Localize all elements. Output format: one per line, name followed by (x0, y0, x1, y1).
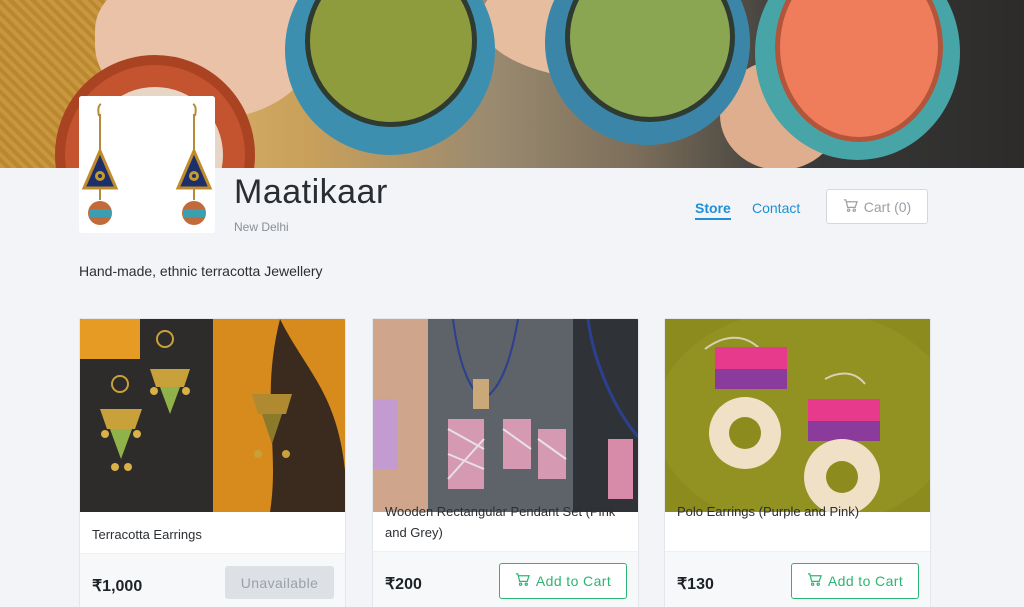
add-to-cart-button[interactable]: Add to Cart (791, 563, 919, 599)
nav-store-link[interactable]: Store (695, 200, 731, 220)
product-card[interactable]: Wooden Rectangular Pendant Set (Pink and… (372, 318, 639, 607)
unavailable-button: Unavailable (225, 566, 334, 599)
add-to-cart-label: Add to Cart (535, 573, 612, 589)
store-name: Maatikaar (234, 173, 388, 211)
product-price: ₹130 (677, 576, 714, 593)
product-card[interactable]: Polo Earrings (Purple and Pink) ₹130 Add… (664, 318, 931, 607)
product-card[interactable]: Terracotta Earrings ₹1,000 Unavailable (79, 318, 346, 607)
cart-icon (843, 198, 858, 216)
nav-contact-link[interactable]: Contact (752, 200, 800, 216)
add-to-cart-label: Add to Cart (827, 573, 904, 589)
product-price: ₹200 (385, 576, 422, 593)
product-price: ₹1,000 (92, 578, 143, 595)
store-tagline: Hand-made, ethnic terracotta Jewellery (79, 263, 323, 279)
cart-button[interactable]: Cart (0) (826, 189, 928, 224)
store-logo (79, 96, 215, 233)
product-title[interactable]: Wooden Rectangular Pendant Set (Pink and… (385, 501, 628, 543)
product-title[interactable]: Polo Earrings (Purple and Pink) (677, 501, 920, 522)
cart-icon (515, 572, 530, 590)
cart-label: Cart (0) (863, 198, 912, 215)
cart-icon (807, 572, 822, 590)
add-to-cart-button[interactable]: Add to Cart (499, 563, 627, 599)
store-location: New Delhi (234, 220, 289, 234)
product-image[interactable] (80, 319, 345, 512)
product-image[interactable] (665, 319, 930, 512)
product-image[interactable] (373, 319, 638, 512)
product-title[interactable]: Terracotta Earrings (92, 524, 335, 545)
